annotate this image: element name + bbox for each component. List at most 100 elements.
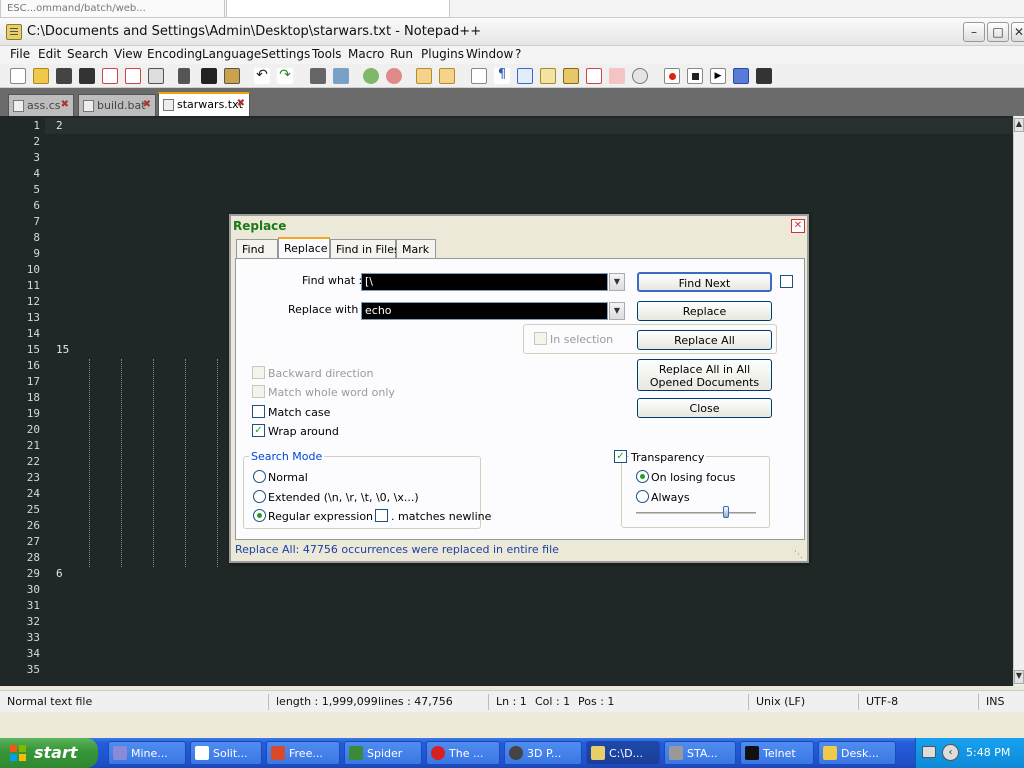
tab-replace[interactable]: Replace — [278, 237, 330, 259]
resize-grip-icon[interactable]: ⋱ — [794, 550, 804, 560]
minimize-button[interactable]: – — [963, 22, 985, 42]
regex-radio[interactable] — [253, 509, 266, 522]
print-icon[interactable] — [148, 68, 164, 84]
find-next-option-checkbox[interactable] — [780, 275, 793, 288]
find-next-button[interactable]: Find Next — [637, 272, 772, 292]
in-selection-checkbox[interactable] — [534, 332, 547, 345]
taskbar-minesweeper[interactable]: Mine... — [108, 741, 186, 765]
record-macro-icon[interactable] — [664, 68, 680, 84]
match-whole-word-checkbox[interactable] — [252, 385, 265, 398]
menu-language[interactable]: Language — [202, 47, 261, 61]
menu-help[interactable]: ? — [515, 47, 521, 61]
wrap-around-checkbox[interactable]: ✓ — [252, 424, 265, 437]
stop-macro-icon[interactable] — [687, 68, 703, 84]
matches-newline-checkbox[interactable] — [375, 509, 388, 522]
transparency-slider-track[interactable] — [636, 512, 756, 514]
taskbar-spider[interactable]: Spider — [344, 741, 422, 765]
save-icon[interactable] — [56, 68, 72, 84]
copy-icon[interactable] — [201, 68, 217, 84]
tab-close-icon[interactable]: ✖ — [237, 98, 245, 109]
eye-icon[interactable] — [632, 68, 648, 84]
editor-line-1[interactable]: 2 — [56, 119, 63, 132]
sync-vertical-icon[interactable] — [416, 68, 432, 84]
scroll-down-icon[interactable]: ▼ — [1014, 670, 1024, 684]
tab-close-icon[interactable]: ✖ — [61, 99, 69, 110]
tab-ass-cs[interactable]: ass.cs ✖ — [8, 94, 74, 116]
menu-plugins[interactable]: Plugins — [421, 47, 464, 61]
menu-view[interactable]: View — [114, 47, 142, 61]
replace-all-button[interactable]: Replace All — [637, 330, 772, 350]
taskbar-hearts[interactable]: The ... — [426, 741, 500, 765]
menu-file[interactable]: File — [10, 47, 30, 61]
zoom-in-icon[interactable] — [363, 68, 379, 84]
editor-line-15[interactable]: 15 — [56, 343, 69, 356]
taskbar-desktop[interactable]: Desk... — [818, 741, 896, 765]
paste-icon[interactable] — [224, 68, 240, 84]
save-all-icon[interactable] — [79, 68, 95, 84]
taskbar-star-wars[interactable]: STA... — [664, 741, 736, 765]
menu-run[interactable]: Run — [390, 47, 413, 61]
find-what-input[interactable]: [\ — [361, 273, 608, 291]
match-case-checkbox[interactable] — [252, 405, 265, 418]
word-wrap-icon[interactable] — [471, 68, 487, 84]
find-icon[interactable] — [310, 68, 326, 84]
taskbar-telnet[interactable]: Telnet — [740, 741, 814, 765]
run-macro-multiple-icon[interactable] — [733, 68, 749, 84]
replace-history-dropdown-icon[interactable]: ▼ — [609, 302, 625, 320]
tab-build-bat[interactable]: build.bat ✖ — [78, 94, 156, 116]
taskbar-notepad-plus-plus[interactable]: C:\D... — [586, 741, 660, 765]
menu-macro[interactable]: Macro — [348, 47, 384, 61]
background-tab[interactable]: ESC...ommand/batch/web... — [0, 0, 225, 18]
doc-map-icon[interactable] — [540, 68, 556, 84]
play-macro-icon[interactable]: ▶ — [710, 68, 726, 84]
tab-close-icon[interactable]: ✖ — [143, 99, 151, 110]
replace-with-input[interactable]: echo — [361, 302, 608, 320]
cut-icon[interactable] — [178, 68, 190, 84]
close-window-button[interactable]: ✕ — [1011, 22, 1024, 42]
background-tab-active[interactable] — [226, 0, 450, 18]
menu-settings[interactable]: Settings — [261, 47, 310, 61]
open-file-icon[interactable] — [33, 68, 49, 84]
close-button[interactable]: Close — [637, 398, 772, 418]
backward-direction-checkbox[interactable] — [252, 366, 265, 379]
replace-button[interactable]: Replace — [637, 301, 772, 321]
tab-starwars-txt[interactable]: starwars.txt ✖ — [158, 92, 250, 116]
menu-encoding[interactable]: Encoding — [147, 47, 202, 61]
tab-find-in-files[interactable]: Find in Files — [330, 239, 400, 258]
menu-window[interactable]: Window — [466, 47, 513, 61]
transparency-slider-thumb[interactable] — [723, 506, 729, 518]
sync-horizontal-icon[interactable] — [439, 68, 455, 84]
folder-as-workspace-icon[interactable] — [586, 68, 602, 84]
close-file-icon[interactable] — [102, 68, 118, 84]
undo-icon[interactable]: ↶ — [254, 68, 270, 84]
editor-line-29[interactable]: 6 — [56, 567, 63, 580]
normal-radio[interactable] — [253, 470, 266, 483]
keyboard-icon[interactable] — [922, 746, 936, 758]
close-all-icon[interactable] — [125, 68, 141, 84]
save-macro-icon[interactable] — [756, 68, 772, 84]
monitoring-icon[interactable] — [609, 68, 625, 84]
vertical-scrollbar[interactable]: ▲ ▼ — [1013, 116, 1024, 686]
zoom-out-icon[interactable] — [386, 68, 402, 84]
redo-icon[interactable]: ↷ — [277, 68, 293, 84]
indent-guide-icon[interactable] — [517, 68, 533, 84]
maximize-button[interactable]: □ — [987, 22, 1009, 42]
new-file-icon[interactable] — [10, 68, 26, 84]
extended-radio[interactable] — [253, 490, 266, 503]
dialog-close-icon[interactable]: ✕ — [791, 219, 805, 233]
replace-all-opened-docs-button[interactable]: Replace All in All Opened Documents — [637, 359, 772, 391]
menu-edit[interactable]: Edit — [38, 47, 61, 61]
show-all-chars-icon[interactable]: ¶ — [494, 68, 510, 84]
function-list-icon[interactable] — [563, 68, 579, 84]
find-history-dropdown-icon[interactable]: ▼ — [609, 273, 625, 291]
start-button[interactable]: start — [0, 738, 98, 768]
tray-expand-icon[interactable]: ‹ — [942, 744, 959, 761]
tab-mark[interactable]: Mark — [396, 239, 436, 258]
transparency-checkbox[interactable]: ✓ — [614, 450, 627, 463]
tab-find[interactable]: Find — [236, 239, 278, 258]
menu-tools[interactable]: Tools — [312, 47, 342, 61]
taskbar-freecell[interactable]: Free... — [266, 741, 340, 765]
taskbar-3d-pinball[interactable]: 3D P... — [504, 741, 582, 765]
taskbar-solitaire[interactable]: Solit... — [190, 741, 262, 765]
always-radio[interactable] — [636, 490, 649, 503]
